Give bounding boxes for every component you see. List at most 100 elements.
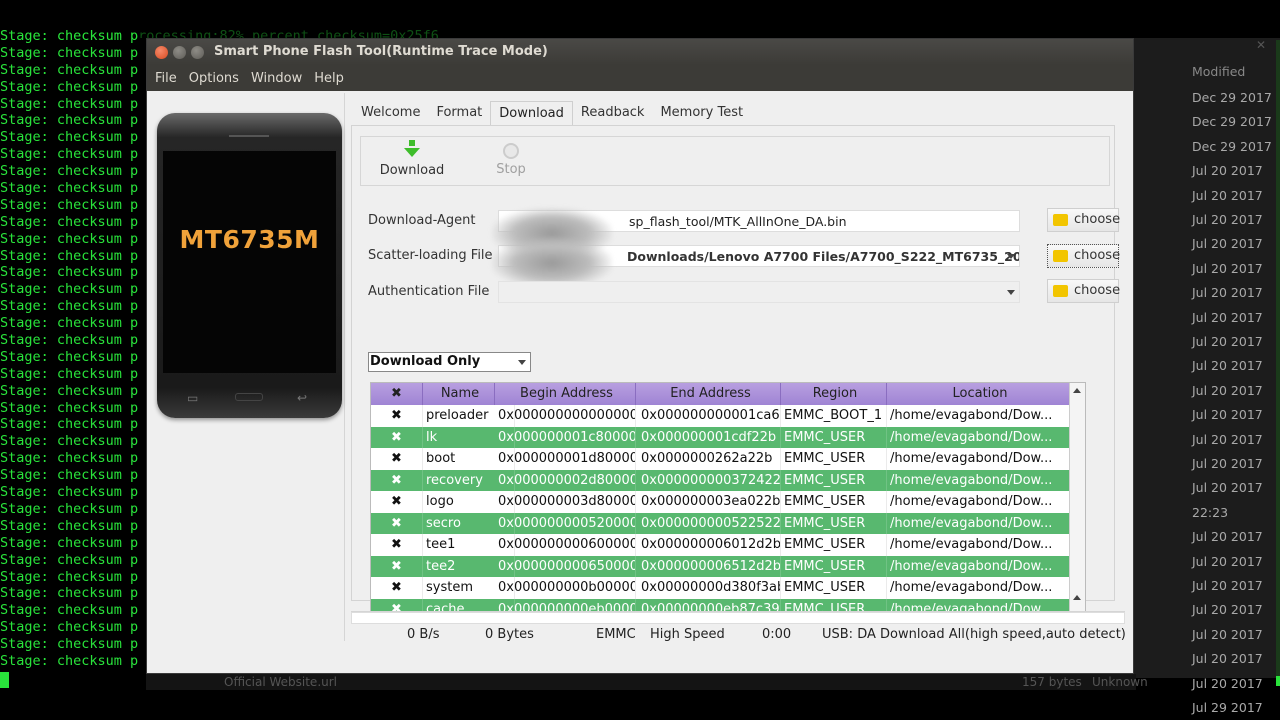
flash-tool-window: Smart Phone Flash Tool(Runtime Trace Mod… [146,38,1134,674]
terminal-line: Stage: checksum p [0,636,139,653]
menu-window[interactable]: Window [245,71,308,86]
tab-readback[interactable]: Readback [573,101,653,125]
download-button[interactable]: Download [377,140,447,178]
modified-date: Jul 20 2017 [1192,431,1263,447]
menu-options[interactable]: Options [183,71,245,86]
cell-end: 0x000000000001ca63 [638,405,781,427]
window-title: Smart Phone Flash Tool(Runtime Trace Mod… [214,44,548,59]
cell-end: 0x0000000262a22b [638,448,781,470]
terminal-line: Stage: checksum p [0,44,139,61]
menu-help[interactable]: Help [308,71,350,86]
download-mode-select[interactable]: Download Only [368,352,531,372]
cell-location: /home/evagabond/Dow... [887,405,1071,427]
table-row[interactable]: ✖ boot 0x000000001d80000 0x0000000262a22b EM… [371,448,1071,470]
name-column-header[interactable]: Name [423,383,495,405]
end-address-column-header[interactable]: End Address [638,383,781,405]
stop-button-label: Stop [496,162,526,177]
progress-bar [351,612,1125,624]
stop-button[interactable]: Stop [486,140,536,177]
cell-begin: 0x000000001c80000 [495,426,636,448]
modified-date: Jul 20 2017 [1192,529,1263,545]
cell-location: /home/evagabond/Dow... [887,426,1071,448]
cell-end: 0x00000000d380f3ab [638,577,781,599]
table-header: ✖ Name Begin Address End Address Region … [371,383,1071,405]
row-checkbox[interactable]: ✖ [371,534,423,556]
auth-file-field[interactable] [498,281,1020,303]
table-row[interactable]: ✖ secro 0x0000000005200000 0x00000000052252… [371,512,1071,534]
table-row[interactable]: ✖ tee2 0x0000000006500000 0x000000006512d2b… [371,555,1071,577]
choose-label: choose [1074,212,1121,227]
scroll-up-icon[interactable] [1073,388,1081,393]
table-row[interactable]: ✖ logo 0x000000003d80000 0x000000003ea022b E… [371,491,1071,513]
cell-region: EMMC_USER [781,534,887,556]
choose-auth-file-button[interactable]: choose [1047,279,1120,303]
region-column-header[interactable]: Region [781,383,887,405]
dropdown-arrow-icon[interactable] [1007,290,1015,295]
row-checkbox[interactable]: ✖ [371,469,423,491]
row-checkbox[interactable]: ✖ [371,577,423,599]
window-close-button[interactable] [155,46,168,59]
table-row[interactable]: ✖ recovery 0x000000002d80000 0x000000000372… [371,469,1071,491]
cell-begin: 0x0000000000000000 [495,405,636,427]
modified-date: Jul 20 2017 [1192,285,1263,301]
tab-memory-test[interactable]: Memory Test [652,101,751,125]
select-all-header[interactable]: ✖ [371,383,423,405]
tab-format[interactable]: Format [428,101,490,125]
terminal-scrollbar-thumb[interactable] [1276,676,1280,686]
terminal-scrollbar[interactable] [1276,40,1280,680]
modified-date: Dec 29 2017 [1192,138,1272,154]
modified-column-header[interactable]: Modified [1192,64,1245,79]
terminal-line: Stage: checksum p [0,365,139,382]
window-maximize-button[interactable] [191,46,204,59]
row-checkbox[interactable]: ✖ [371,555,423,577]
modified-date: Jul 20 2017 [1192,675,1263,691]
row-checkbox[interactable]: ✖ [371,512,423,534]
cell-begin: 0x0000000006500000 [495,555,636,577]
cell-begin: 0x000000001d80000 [495,448,636,470]
stop-icon [503,143,519,159]
auth-file-label: Authentication File [368,284,490,299]
scroll-up-icon[interactable] [1073,595,1081,600]
row-checkbox[interactable]: ✖ [371,426,423,448]
file-manager-backdrop: Modified Dec 29 2017 Dec 29 2017 Dec 29 20… [1134,38,1280,715]
terminal-line: Stage: checksum p [0,652,139,669]
modified-date: Jul 20 2017 [1192,212,1263,227]
modified-date: Jul 20 2017 [1192,407,1263,423]
menu-file[interactable]: File [149,71,183,86]
terminal-line: Stage: checksum p [0,213,139,230]
tab-download[interactable]: Download [490,101,573,125]
table-row[interactable]: ✖ tee1 0x0000000006000000 0x000000006012d2b… [371,534,1071,556]
choose-download-agent-button[interactable]: choose [1047,208,1121,232]
download-arrow-icon [404,148,420,157]
modified-date: Dec 29 2017 [1192,90,1272,105]
row-checkbox[interactable]: ✖ [371,405,423,427]
table-row[interactable]: ✖ preloader 0x0000000000000000 0x0000000000… [371,405,1071,427]
modified-date: 22:23 [1192,504,1229,520]
cell-location: /home/evagabond/Dow... [887,448,1071,470]
row-checkbox[interactable]: ✖ [371,448,423,470]
row-checkbox[interactable]: ✖ [371,491,423,513]
window-minimize-button[interactable] [173,46,186,59]
phone-panel: MT6735M ▭ ↩ [149,93,345,641]
title-bar[interactable]: Smart Phone Flash Tool(Runtime Trace Mod… [147,39,1133,65]
table-row[interactable]: ✖ lk 0x000000001c80000 0x000000001cdf22b EMM… [371,426,1071,448]
terminal-line: Stage: checksum p [0,534,139,551]
tab-welcome[interactable]: Welcome [353,101,428,125]
terminal-line: Stage: checksum p [0,95,139,112]
cell-region: EMMC_USER [781,469,887,491]
terminal-line: Stage: checksum p [0,500,139,517]
download-agent-label: Download-Agent [368,213,476,228]
choose-scatter-file-button[interactable]: choose [1047,244,1120,268]
terminal-line: Stage: checksum p [0,112,139,129]
download-button-label: Download [379,163,445,178]
table-row[interactable]: ✖ system 0x000000000b000000 0x00000000d380f… [371,577,1071,599]
dropdown-arrow-icon[interactable] [1007,254,1015,259]
close-icon[interactable]: ✕ [1256,38,1266,52]
scatter-file-label: Scatter-loading File [368,248,493,263]
location-column-header[interactable]: Location [887,383,1071,405]
table-scrollbar[interactable] [1069,383,1085,619]
scatter-file-row: Scatter-loading File Downloads/Lenovo A7… [368,244,1128,268]
file-name[interactable]: Official Website.url [224,675,337,689]
download-agent-row: Download-Agent sp_flash_tool/MTK_AllInOn… [368,208,1128,232]
begin-address-column-header[interactable]: Begin Address [495,383,636,405]
